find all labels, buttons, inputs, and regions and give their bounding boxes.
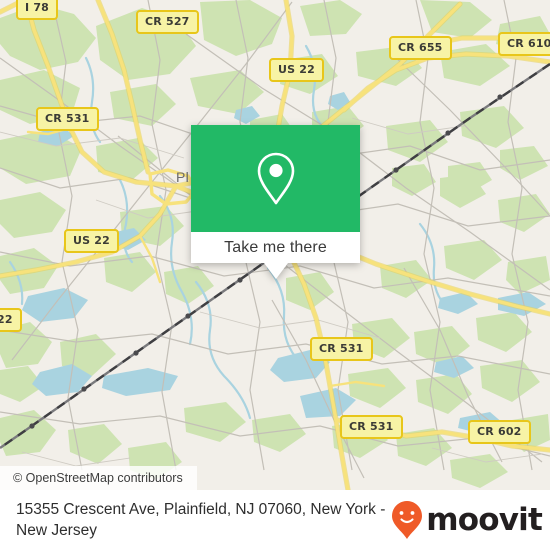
road-shield-us22-b[interactable]: US 22 bbox=[64, 229, 119, 253]
road-shield-cr531-c[interactable]: CR 531 bbox=[340, 415, 403, 439]
location-popup-card[interactable]: Take me there bbox=[191, 125, 360, 279]
map-pin-icon bbox=[253, 150, 299, 208]
footer-bar: 15355 Crescent Ave, Plainfield, NJ 07060… bbox=[0, 490, 550, 550]
map-canvas[interactable]: Pl I 78 CR 527 CR 655 CR 610 US 22 CR 53… bbox=[0, 0, 550, 490]
map-screenshot: Pl I 78 CR 527 CR 655 CR 610 US 22 CR 53… bbox=[0, 0, 550, 550]
road-shield-cr602[interactable]: CR 602 bbox=[468, 420, 531, 444]
road-shield-cr531-a[interactable]: CR 531 bbox=[36, 107, 99, 131]
place-label-plainfield: Pl bbox=[176, 169, 190, 185]
moovit-logo[interactable]: moovit bbox=[391, 500, 543, 540]
road-shield-cr527[interactable]: CR 527 bbox=[136, 10, 199, 34]
popup-pointer bbox=[263, 263, 288, 279]
road-shield-us22-a[interactable]: US 22 bbox=[269, 58, 324, 82]
popup-header bbox=[191, 125, 360, 232]
moovit-smiley-pin-icon bbox=[391, 500, 423, 540]
road-shield-cr655[interactable]: CR 655 bbox=[389, 36, 452, 60]
road-shield-us22-c[interactable]: 22 bbox=[0, 308, 22, 332]
road-shield-i78[interactable]: I 78 bbox=[16, 0, 59, 20]
road-shield-cr610[interactable]: CR 610 bbox=[498, 32, 550, 56]
take-me-there-button[interactable]: Take me there bbox=[224, 239, 327, 257]
address-title: 15355 Crescent Ave, Plainfield, NJ 07060… bbox=[16, 501, 386, 539]
moovit-wordmark: moovit bbox=[426, 501, 543, 538]
osm-attribution[interactable]: © OpenStreetMap contributors bbox=[0, 466, 197, 490]
popup-action-bar[interactable]: Take me there bbox=[191, 232, 360, 263]
road-shield-cr531-b[interactable]: CR 531 bbox=[310, 337, 373, 361]
